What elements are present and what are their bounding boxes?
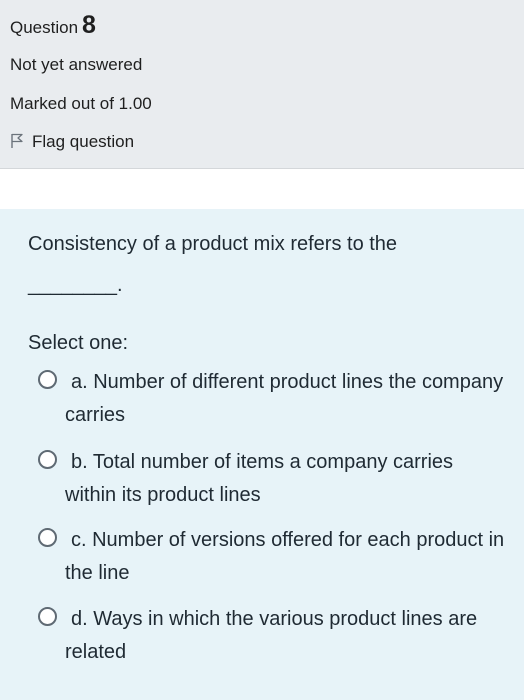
question-number: 8 [82,11,96,39]
flag-question-link[interactable]: Flag question [10,131,134,153]
answer-label[interactable]: d. Ways in which the various product lin… [65,603,505,669]
flag-icon [10,133,24,149]
question-info-panel: Question 8 Not yet answered Marked out of… [0,0,524,169]
radio-unselected-icon[interactable] [38,528,57,547]
radio-unselected-icon[interactable] [38,370,57,389]
answer-label[interactable]: c. Number of versions offered for each p… [65,524,505,590]
question-title: Question 8 [10,12,96,41]
question-text: Consistency of a product mix refers to t… [28,233,398,255]
radio-unselected-icon[interactable] [38,450,57,469]
flag-question-label: Flag question [32,132,135,151]
question-label: Question [10,18,79,37]
question-status: Not yet answered [10,55,143,74]
question-blank: ________. [28,274,123,296]
question-grade: Marked out of 1.00 [10,94,152,113]
answer-label[interactable]: a. Number of different product lines the… [65,366,505,432]
select-one-prompt: Select one: [28,332,129,354]
answer-label[interactable]: b. Total number of items a company carri… [65,446,505,512]
radio-unselected-icon[interactable] [38,607,57,626]
